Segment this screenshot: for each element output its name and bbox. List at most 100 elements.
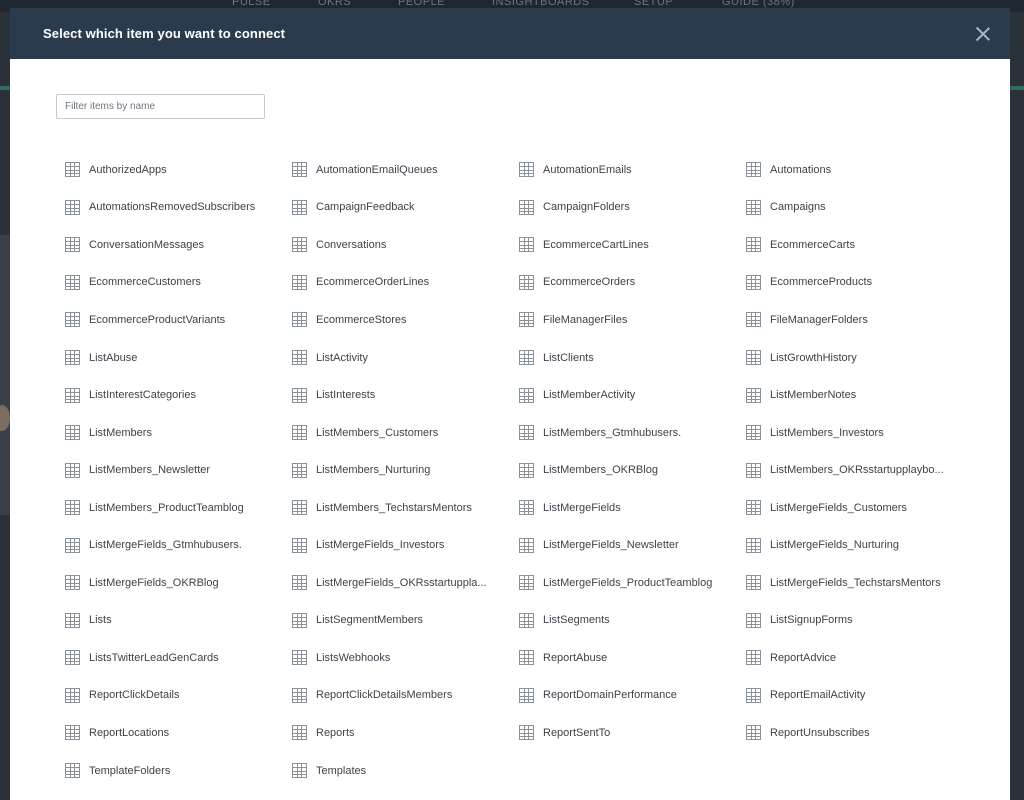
connect-item-label: ListsTwitterLeadGenCards: [89, 651, 219, 664]
connect-item[interactable]: ListInterests: [292, 376, 519, 414]
connect-item[interactable]: EcommerceProductVariants: [65, 301, 292, 339]
connect-item[interactable]: ListMergeFields_TechstarsMentors: [746, 564, 956, 602]
connect-item[interactable]: CampaignFeedback: [292, 189, 519, 227]
connect-item[interactable]: FileManagerFolders: [746, 301, 956, 339]
connect-item[interactable]: ListMembers: [65, 414, 292, 452]
table-icon: [65, 199, 80, 215]
connect-item[interactable]: EcommerceProducts: [746, 264, 956, 302]
table-icon: [746, 687, 761, 703]
connect-item[interactable]: ListMembers_Gtmhubusers.: [519, 414, 746, 452]
connect-item[interactable]: ReportSentTo: [519, 714, 746, 752]
connect-item[interactable]: ListMemberNotes: [746, 376, 956, 414]
table-icon: [746, 500, 761, 516]
connect-item[interactable]: EcommerceCustomers: [65, 264, 292, 302]
connect-item-label: ListMembers_Customers: [316, 426, 439, 439]
bg-nav-insightboards: INSIGHTBOARDS: [492, 0, 590, 8]
table-icon: [292, 312, 307, 328]
connect-item-label: ConversationMessages: [89, 238, 204, 251]
connect-item-label: ListClients: [543, 351, 594, 364]
table-icon: [519, 312, 534, 328]
connect-item[interactable]: ReportClickDetails: [65, 677, 292, 715]
connect-item[interactable]: EcommerceCartLines: [519, 226, 746, 264]
connect-item[interactable]: ListMembers_Newsletter: [65, 451, 292, 489]
connect-item[interactable]: ListClients: [519, 339, 746, 377]
connect-item[interactable]: ListMergeFields_Investors: [292, 526, 519, 564]
table-icon: [65, 462, 80, 478]
connect-item[interactable]: ListMergeFields_ProductTeamblog: [519, 564, 746, 602]
connect-item[interactable]: ReportLocations: [65, 714, 292, 752]
connect-item[interactable]: Lists: [65, 602, 292, 640]
connect-item[interactable]: ListMergeFields_Newsletter: [519, 526, 746, 564]
connect-item[interactable]: AutomationEmailQueues: [292, 151, 519, 189]
table-icon: [65, 500, 80, 516]
connect-item[interactable]: ListGrowthHistory: [746, 339, 956, 377]
connect-item[interactable]: Templates: [292, 752, 519, 790]
connect-item[interactable]: ListMembers_OKRsstartupplaybo...: [746, 451, 956, 489]
connect-item-label: ListMergeFields_TechstarsMentors: [770, 576, 941, 589]
connect-item[interactable]: ListInterestCategories: [65, 376, 292, 414]
table-icon: [292, 425, 307, 441]
connect-item[interactable]: ListMergeFields_OKRBlog: [65, 564, 292, 602]
connect-item[interactable]: ReportClickDetailsMembers: [292, 677, 519, 715]
connect-item-label: ReportDomainPerformance: [543, 689, 677, 702]
table-icon: [746, 274, 761, 290]
connect-item[interactable]: ListMembers_ProductTeamblog: [65, 489, 292, 527]
connect-item[interactable]: ListMembers_Investors: [746, 414, 956, 452]
table-icon: [519, 500, 534, 516]
connect-item[interactable]: ListMembers_Nurturing: [292, 451, 519, 489]
connect-item[interactable]: ListMergeFields_Customers: [746, 489, 956, 527]
connect-item[interactable]: EcommerceOrders: [519, 264, 746, 302]
table-icon: [292, 612, 307, 628]
connect-item[interactable]: ListSignupForms: [746, 602, 956, 640]
connect-item[interactable]: ListMergeFields_Gtmhubusers.: [65, 526, 292, 564]
connect-item-label: EcommerceCustomers: [89, 276, 201, 289]
connect-item[interactable]: ListMergeFields: [519, 489, 746, 527]
connect-item[interactable]: ReportDomainPerformance: [519, 677, 746, 715]
connect-item[interactable]: ReportUnsubscribes: [746, 714, 956, 752]
connect-item[interactable]: ConversationMessages: [65, 226, 292, 264]
connect-item[interactable]: ReportAbuse: [519, 639, 746, 677]
table-icon: [292, 537, 307, 553]
connect-item-label: Reports: [316, 726, 355, 739]
connect-item[interactable]: Automations: [746, 151, 956, 189]
connect-item[interactable]: ListSegmentMembers: [292, 602, 519, 640]
connect-item[interactable]: ListMergeFields_Nurturing: [746, 526, 956, 564]
connect-item[interactable]: ListsTwitterLeadGenCards: [65, 639, 292, 677]
connect-item[interactable]: ListMergeFields_OKRsstartuppla...: [292, 564, 519, 602]
connect-item[interactable]: TemplateFolders: [65, 752, 292, 790]
connect-item[interactable]: FileManagerFiles: [519, 301, 746, 339]
connect-item[interactable]: EcommerceOrderLines: [292, 264, 519, 302]
connect-item[interactable]: ListSegments: [519, 602, 746, 640]
connect-item-label: ListMergeFields_OKRBlog: [89, 576, 219, 589]
connect-item[interactable]: ReportEmailActivity: [746, 677, 956, 715]
connect-item[interactable]: AuthorizedApps: [65, 151, 292, 189]
connect-item-modal: Select which item you want to connect Au…: [10, 8, 1010, 800]
connect-item[interactable]: ListsWebhooks: [292, 639, 519, 677]
connect-item-label: CampaignFolders: [543, 201, 630, 214]
table-icon: [746, 462, 761, 478]
connect-item[interactable]: EcommerceStores: [292, 301, 519, 339]
connect-item[interactable]: AutomationsRemovedSubscribers: [65, 189, 292, 227]
connect-item[interactable]: EcommerceCarts: [746, 226, 956, 264]
connect-item-label: ListInterestCategories: [89, 389, 196, 402]
connect-item-label: Campaigns: [770, 201, 826, 214]
connect-item[interactable]: ListActivity: [292, 339, 519, 377]
connect-item-label: ListSignupForms: [770, 614, 853, 627]
connect-item[interactable]: Conversations: [292, 226, 519, 264]
table-icon: [519, 687, 534, 703]
table-icon: [65, 237, 80, 253]
connect-item[interactable]: Reports: [292, 714, 519, 752]
connect-item[interactable]: ListMembers_OKRBlog: [519, 451, 746, 489]
connect-item[interactable]: AutomationEmails: [519, 151, 746, 189]
connect-item[interactable]: ReportAdvice: [746, 639, 956, 677]
connect-item-label: Conversations: [316, 238, 387, 251]
connect-item[interactable]: Campaigns: [746, 189, 956, 227]
connect-item[interactable]: ListMembers_TechstarsMentors: [292, 489, 519, 527]
close-icon[interactable]: [974, 25, 992, 43]
connect-item[interactable]: ListMemberActivity: [519, 376, 746, 414]
filter-items-input[interactable]: [56, 94, 265, 119]
connect-item[interactable]: ListMembers_Customers: [292, 414, 519, 452]
table-icon: [519, 575, 534, 591]
connect-item[interactable]: ListAbuse: [65, 339, 292, 377]
connect-item[interactable]: CampaignFolders: [519, 189, 746, 227]
